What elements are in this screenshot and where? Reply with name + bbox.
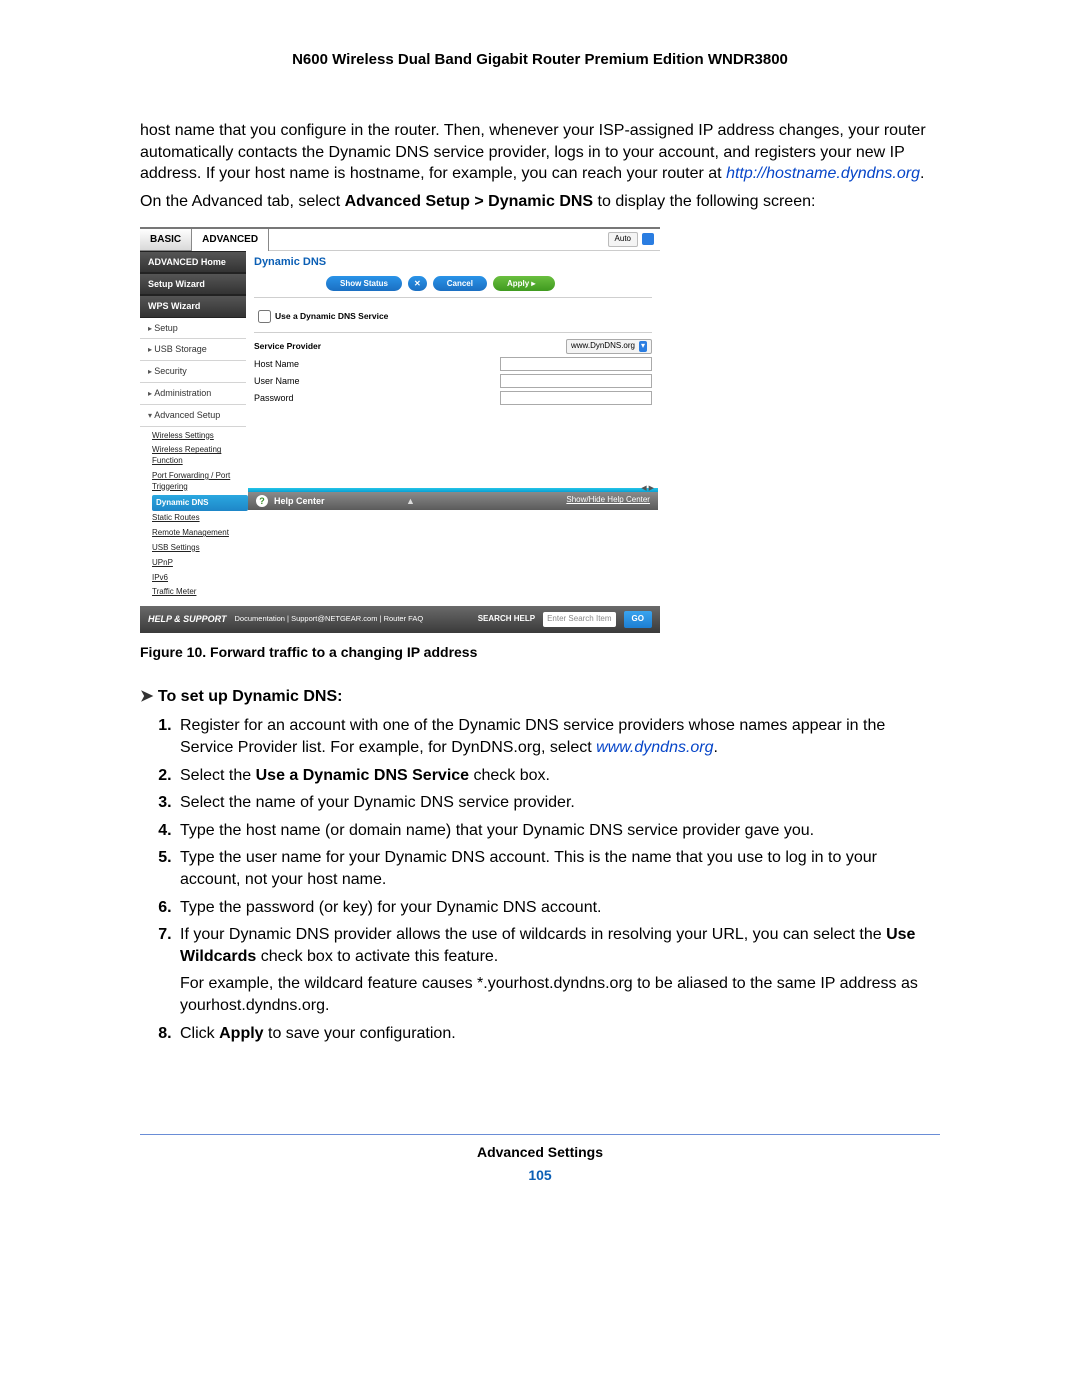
help-support-links[interactable]: Documentation | Support@NETGEAR.com | Ro… [235,614,424,624]
service-provider-select[interactable]: www.DynDNS.org ▾ [566,339,652,354]
figure-caption: Figure 10. Forward traffic to a changing… [140,643,940,662]
help-support-bar: HELP & SUPPORT Documentation | Support@N… [140,606,660,633]
cancel-x-button[interactable]: ✕ [408,276,427,291]
nav-path: Advanced Setup > Dynamic DNS [345,193,594,210]
tab-advanced[interactable]: ADVANCED [192,229,269,252]
sidebar-administration[interactable]: Administration [140,383,246,405]
step2-b: check box. [469,767,550,784]
procedure-steps: Register for an account with one of the … [176,715,940,1044]
sub-usb-settings[interactable]: USB Settings [152,541,246,556]
footer-section: Advanced Settings [140,1143,940,1162]
sub-remote-management[interactable]: Remote Management [152,526,246,541]
password-input[interactable] [500,391,652,405]
host-name-input[interactable] [500,357,652,371]
host-name-label: Host Name [254,358,384,370]
step-4: Type the host name (or domain name) that… [176,820,940,842]
step-8: Click Apply to save your configuration. [176,1023,940,1045]
auto-refresh-toggle[interactable] [642,233,654,245]
step-7: If your Dynamic DNS provider allows the … [176,924,940,1016]
dyndns-link[interactable]: www.dyndns.org [596,739,713,756]
sub-static-routes[interactable]: Static Routes [152,511,246,526]
step-2: Select the Use a Dynamic DNS Service che… [176,765,940,787]
step8-a: Click [180,1025,219,1042]
page-footer: Advanced Settings 105 [140,1143,940,1185]
step7-a: If your Dynamic DNS provider allows the … [180,926,886,943]
step7-b: check box to activate this feature. [256,948,498,965]
user-name-label: User Name [254,375,384,387]
apply-button[interactable]: Apply [493,276,555,291]
intro2-a: On the Advanced tab, select [140,193,345,210]
step-6: Type the password (or key) for your Dyna… [176,897,940,919]
step1-end: . [714,739,718,756]
sidebar: ADVANCED Home Setup Wizard WPS Wizard Se… [140,251,246,606]
sub-wireless-settings[interactable]: Wireless Settings [152,429,246,444]
hostname-link[interactable]: http://hostname.dyndns.org [726,165,920,182]
accent-divider [248,488,658,492]
step-1: Register for an account with one of the … [176,715,940,758]
step1-text: Register for an account with one of the … [180,717,885,756]
password-label: Password [254,392,384,404]
sidebar-wps-wizard[interactable]: WPS Wizard [140,295,246,317]
tab-basic[interactable]: BASIC [140,229,192,252]
sidebar-setup-wizard[interactable]: Setup Wizard [140,273,246,295]
intro-text-end: . [920,165,924,182]
service-provider-label: Service Provider [254,341,384,352]
step-5: Type the user name for your Dynamic DNS … [176,847,940,890]
help-icon: ? [256,495,268,507]
cancel-button[interactable]: Cancel [433,276,487,291]
document-header: N600 Wireless Dual Band Gigabit Router P… [140,50,940,70]
main-pane: Dynamic DNS Show Status ✕ Cancel Apply U… [246,251,660,606]
use-ddns-checkbox[interactable] [258,310,271,323]
help-support-label: HELP & SUPPORT [148,613,227,625]
auto-refresh-label: Auto [608,232,638,247]
intro2-b: to display the following screen: [593,193,815,210]
go-button[interactable]: GO [624,611,652,628]
step2-bold: Use a Dynamic DNS Service [256,767,469,784]
sidebar-usb-storage[interactable]: USB Storage [140,339,246,361]
sub-wireless-repeating[interactable]: Wireless Repeating Function [152,443,246,469]
sidebar-advanced-setup[interactable]: Advanced Setup [140,405,246,427]
router-ui-screenshot: BASIC ADVANCED Auto ADVANCED Home Setup … [140,227,660,633]
intro-paragraph-2: On the Advanced tab, select Advanced Set… [140,191,940,213]
search-help-input[interactable]: Enter Search Item [543,612,615,627]
sub-port-forwarding[interactable]: Port Forwarding / Port Triggering [152,469,246,495]
step-3: Select the name of your Dynamic DNS serv… [176,792,940,814]
chevron-down-icon: ▾ [639,341,647,352]
help-center-bar[interactable]: ? Help Center ▲ Show/Hide Help Center [248,492,658,510]
footer-rule [140,1134,940,1135]
search-help-label: SEARCH HELP [478,614,535,625]
show-status-button[interactable]: Show Status [326,276,402,291]
user-name-input[interactable] [500,374,652,388]
step8-bold: Apply [219,1025,263,1042]
sub-dynamic-dns[interactable]: Dynamic DNS [152,495,248,512]
sidebar-setup[interactable]: Setup [140,318,246,340]
intro-paragraph-1: host name that you configure in the rout… [140,120,940,185]
tab-bar: BASIC ADVANCED Auto [140,229,660,252]
step8-b: to save your configuration. [264,1025,456,1042]
help-center-toggle[interactable]: Show/Hide Help Center [566,495,650,506]
sidebar-advanced-sublist: Wireless Settings Wireless Repeating Fun… [140,427,246,607]
service-provider-value: www.DynDNS.org [571,341,635,352]
sub-upnp[interactable]: UPnP [152,556,246,571]
use-ddns-label: Use a Dynamic DNS Service [275,311,388,322]
step2-a: Select the [180,767,256,784]
step7-p2: For example, the wildcard feature causes… [180,973,940,1016]
sidebar-advanced-home[interactable]: ADVANCED Home [140,251,246,273]
pane-title: Dynamic DNS [246,251,660,274]
procedure-heading: To set up Dynamic DNS: [140,686,940,708]
help-center-label: Help Center [274,495,325,507]
sub-traffic-meter[interactable]: Traffic Meter [152,585,246,600]
footer-page-number: 105 [140,1166,940,1185]
chevron-up-icon[interactable]: ▲ [406,495,415,507]
sidebar-security[interactable]: Security [140,361,246,383]
sub-ipv6[interactable]: IPv6 [152,571,246,586]
